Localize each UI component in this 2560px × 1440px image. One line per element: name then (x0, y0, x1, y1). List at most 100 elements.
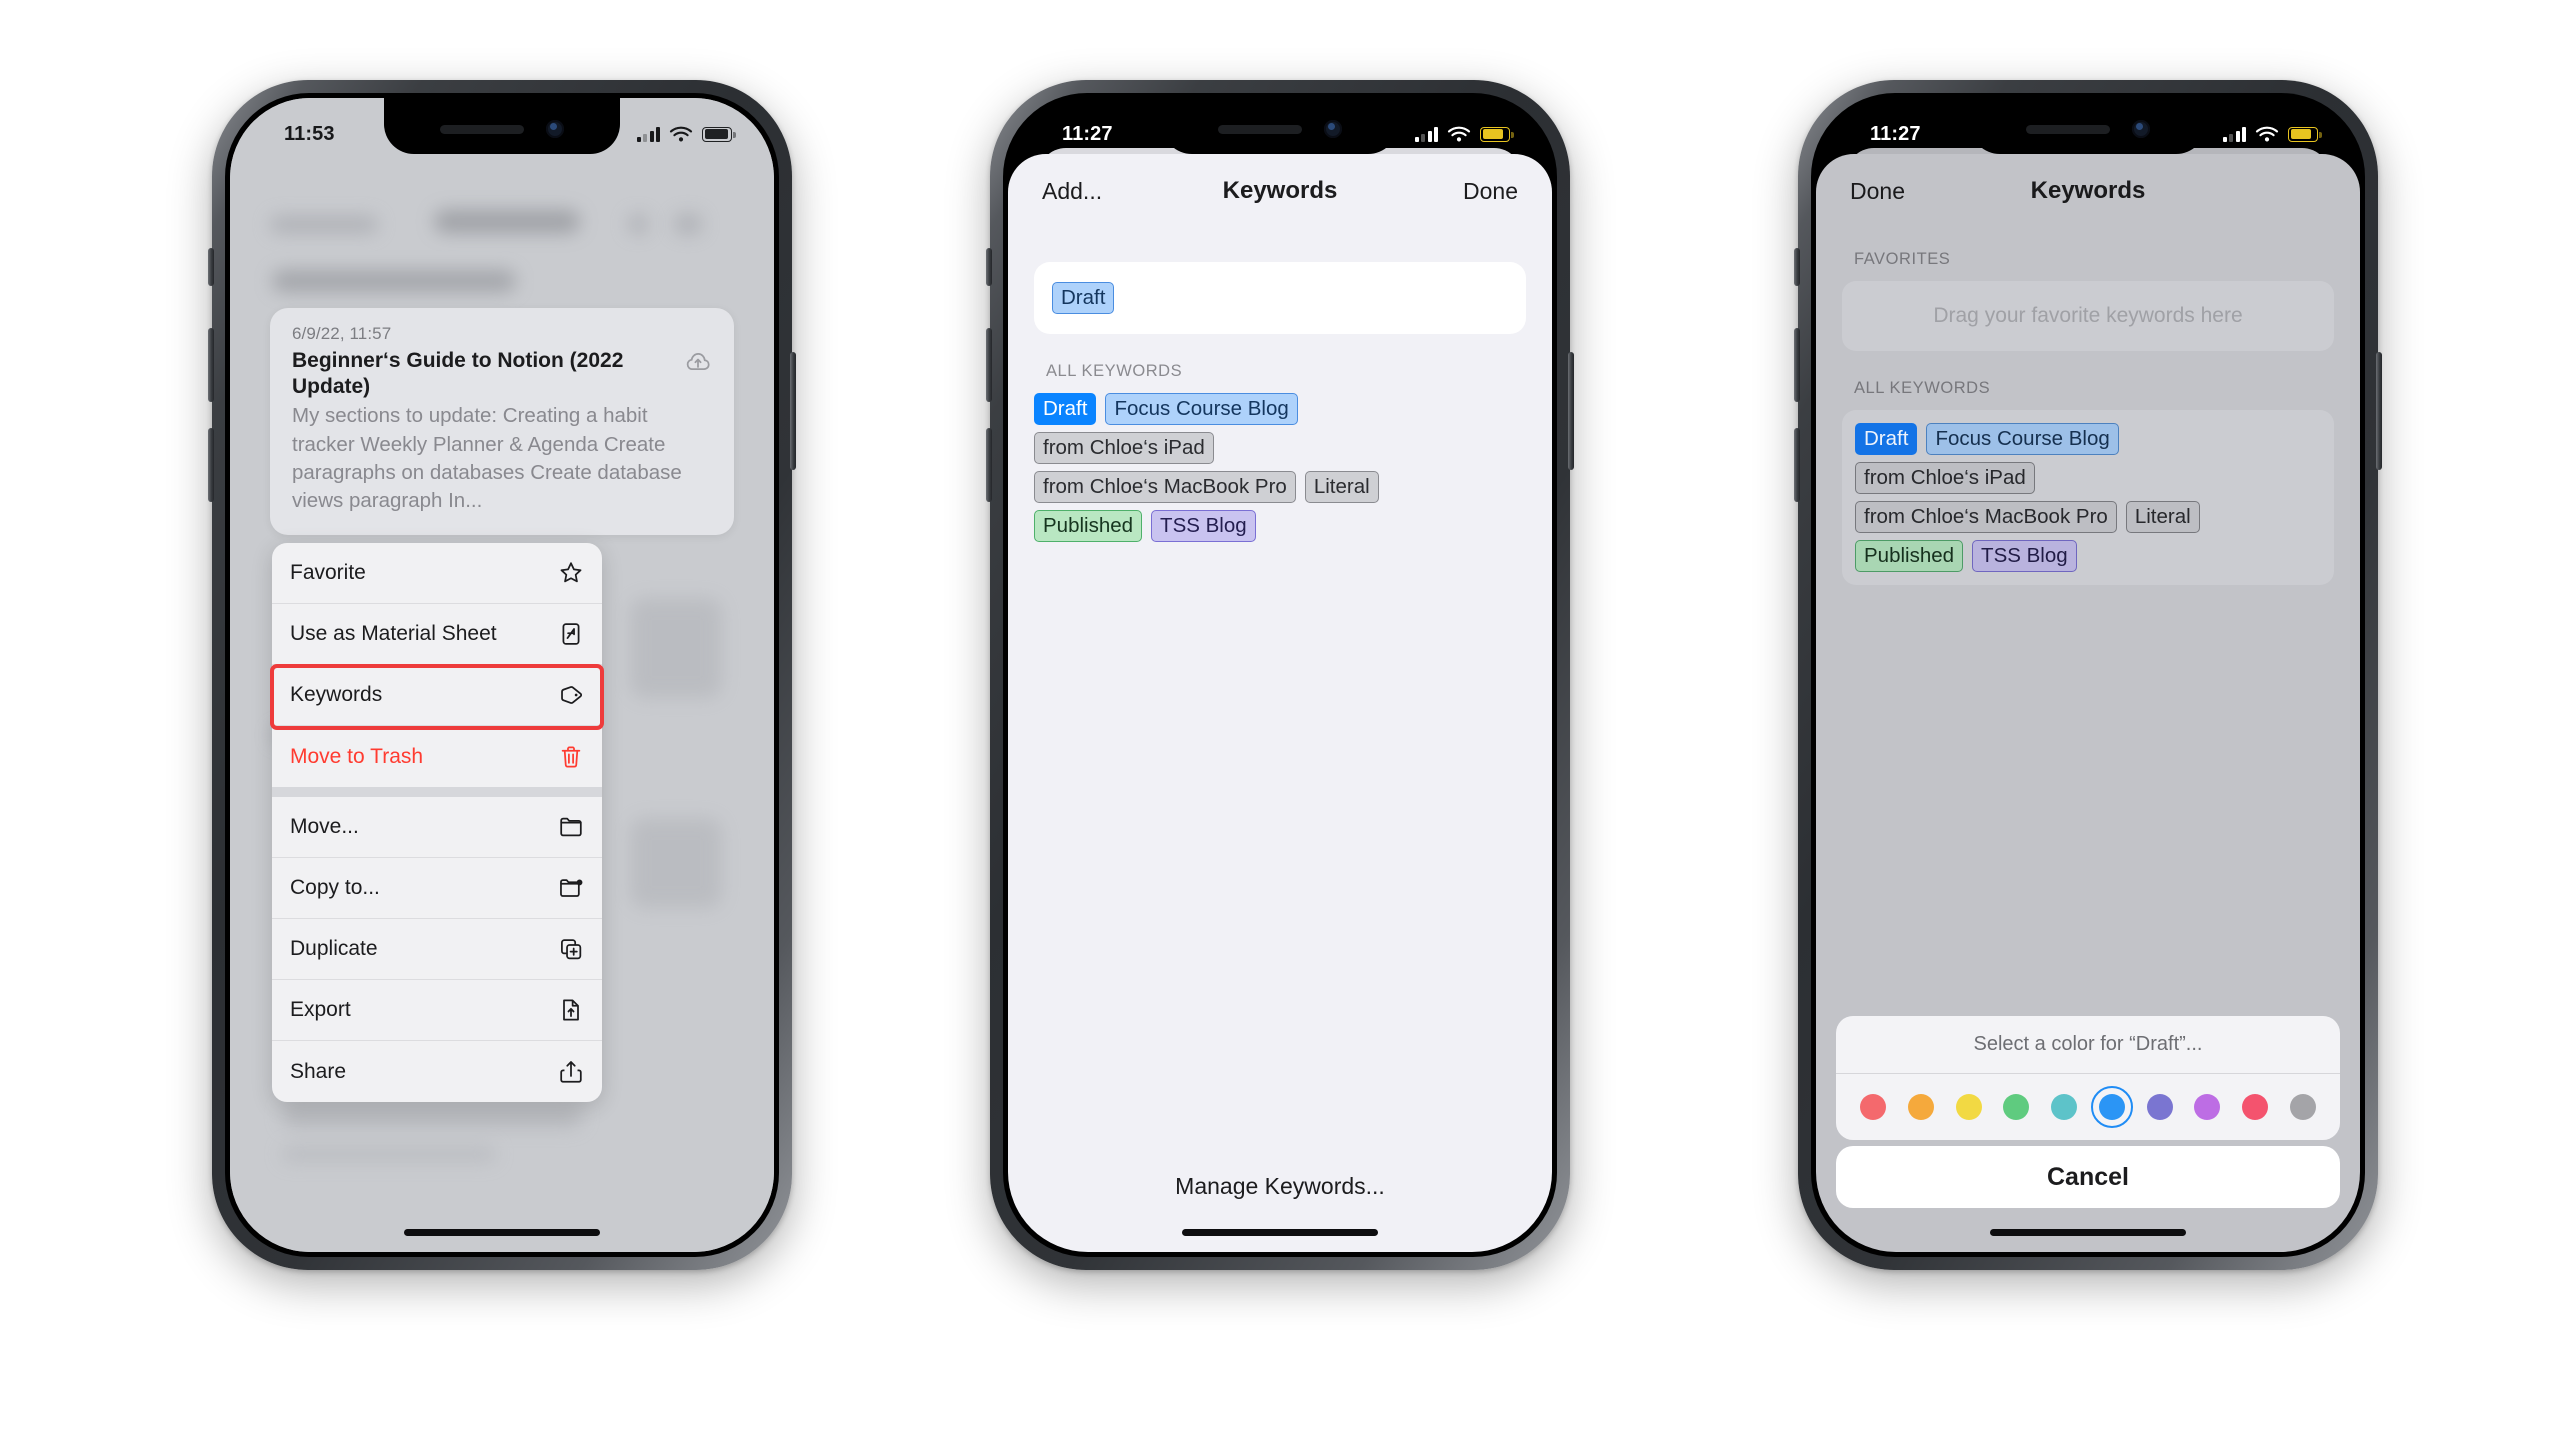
color-swatch-red[interactable] (1860, 1094, 1886, 1120)
keyword-tag-published[interactable]: Published (1034, 510, 1143, 542)
phone-screen-1: 6/9/22, 11:57 Beginner‘s Guide to Notion… (230, 98, 774, 1252)
keyword-tag-published[interactable]: Published (1855, 540, 1964, 572)
battery-low-power-icon (1480, 126, 1514, 142)
context-menu-item-favorite[interactable]: Favorite (272, 543, 602, 604)
volume-up-button[interactable] (1794, 328, 1800, 402)
done-button[interactable]: Done (1850, 178, 1905, 205)
all-keywords-label: ALL KEYWORDS (1046, 362, 1183, 380)
keyword-tag-literal[interactable]: Literal (2125, 501, 2200, 533)
share-icon (560, 1060, 582, 1083)
phone-mockup-1: 6/9/22, 11:57 Beginner‘s Guide to Notion… (208, 80, 796, 1270)
phone-mockup-3: Done Keywords FAVORITES Drag your favori… (1794, 80, 2382, 1270)
keyword-row: from Chloe‘s MacBook Pro Literal (1034, 471, 1526, 503)
action-sheet-title: Select a color for “Draft”... (1836, 1016, 2340, 1074)
context-menu-label: Export (290, 998, 351, 1021)
volume-down-button[interactable] (1794, 428, 1800, 502)
status-time: 11:27 (1870, 122, 1921, 145)
color-swatch-green[interactable] (2003, 1094, 2030, 1120)
phone-bezel-3: Done Keywords FAVORITES Drag your favori… (1811, 93, 2365, 1257)
action-sheet-card: Select a color for “Draft”... (1836, 1016, 2340, 1140)
earpiece-speaker (440, 124, 524, 134)
color-swatch-blue-selected[interactable] (2090, 1086, 2133, 1128)
context-menu-label: Duplicate (290, 937, 378, 960)
wifi-icon (2255, 126, 2279, 141)
keyword-tag-tss-blog[interactable]: TSS Blog (1151, 510, 1256, 542)
add-keyword-button[interactable]: Add... (1042, 178, 1102, 205)
keyword-tag-from-chloes-ipad[interactable]: from Chloe‘s iPad (1034, 432, 1214, 464)
front-camera-icon (546, 120, 564, 138)
color-swatch-purple[interactable] (2194, 1094, 2221, 1120)
home-indicator[interactable] (1182, 1229, 1378, 1236)
keyword-tag-from-chloes-ipad[interactable]: from Chloe‘s iPad (1855, 462, 2035, 494)
note-title-row: Beginner‘s Guide to Notion (2022 Update) (292, 348, 712, 399)
cellular-signal-icon (636, 126, 660, 142)
volume-down-button[interactable] (986, 428, 992, 502)
material-sheet-icon (562, 623, 580, 645)
power-button[interactable] (790, 352, 796, 470)
power-button[interactable] (1568, 352, 1574, 470)
volume-down-button[interactable] (208, 428, 214, 502)
color-swatch-orange[interactable] (1907, 1094, 1934, 1120)
keyword-tag-draft[interactable]: Draft (1034, 393, 1097, 425)
home-indicator[interactable] (404, 1229, 600, 1236)
front-camera-icon (2132, 120, 2150, 138)
context-menu-item-export[interactable]: Export (272, 980, 602, 1041)
color-swatch-teal[interactable] (2051, 1094, 2078, 1120)
keyword-tag-focus-course-blog[interactable]: Focus Course Blog (1105, 393, 1298, 425)
sheet-nav-2: Add... Keywords Done (1008, 154, 1552, 228)
folder-icon (560, 817, 582, 837)
status-time: 11:27 (1062, 122, 1113, 145)
folder-plus-icon (560, 879, 583, 897)
context-menu-label: Share (290, 1059, 347, 1083)
context-menu-item-use-as-material-sheet[interactable]: Use as Material Sheet (272, 604, 602, 665)
battery-low-power-icon (2288, 126, 2322, 142)
keyword-tag-draft[interactable]: Draft (1855, 423, 1918, 455)
color-swatch-yellow[interactable] (1955, 1094, 1982, 1120)
keyword-tag-focus-course-blog[interactable]: Focus Course Blog (1926, 423, 2119, 455)
volume-up-button[interactable] (208, 328, 214, 402)
all-keywords-label: ALL KEYWORDS (1854, 379, 1991, 397)
assigned-keyword-tag[interactable]: Draft (1052, 282, 1115, 314)
mute-switch[interactable] (208, 248, 214, 286)
context-menu-divider (272, 787, 602, 797)
context-menu-label: Keywords (290, 683, 383, 706)
note-title: Beginner‘s Guide to Notion (2022 Update) (292, 349, 624, 398)
keyword-row: from Chloe‘s iPad (1034, 432, 1526, 464)
assigned-keywords-field[interactable]: Draft (1034, 262, 1526, 334)
power-button[interactable] (2376, 352, 2382, 470)
color-swatch-pink[interactable] (2242, 1094, 2269, 1120)
phone-mockup-2: Add... Keywords Done Draft ALL KEYWORDS … (986, 80, 1574, 1270)
battery-icon (702, 126, 736, 142)
all-keywords-list-2: Draft Focus Course Blog from Chloe‘s iPa… (1034, 393, 1526, 542)
context-menu-item-share[interactable]: Share (272, 1041, 602, 1102)
duplicate-icon (561, 939, 582, 960)
done-button[interactable]: Done (1463, 178, 1518, 205)
keyword-tag-tss-blog[interactable]: TSS Blog (1972, 540, 2077, 572)
export-icon (563, 999, 579, 1021)
context-menu-item-duplicate[interactable]: Duplicate (272, 919, 602, 980)
volume-up-button[interactable] (986, 328, 992, 402)
context-menu-label: Favorite (290, 561, 366, 584)
note-preview-card[interactable]: 6/9/22, 11:57 Beginner‘s Guide to Notion… (270, 308, 734, 536)
home-indicator[interactable] (1990, 1229, 2186, 1236)
notch (1970, 98, 2206, 154)
status-indicators (2222, 126, 2322, 143)
manage-keywords-button[interactable]: Manage Keywords... (1008, 1173, 1552, 1200)
status-indicators (636, 126, 736, 143)
cancel-button[interactable]: Cancel (1836, 1146, 2340, 1208)
keyword-tag-from-chloes-macbook-pro[interactable]: from Chloe‘s MacBook Pro (1034, 471, 1296, 503)
color-swatch-indigo[interactable] (2146, 1094, 2173, 1120)
status-indicators (1414, 126, 1514, 143)
mute-switch[interactable] (986, 248, 992, 286)
context-menu-label: Copy to... (290, 876, 380, 899)
context-menu-item-move-to-trash[interactable]: Move to Trash (272, 726, 602, 787)
context-menu-item-copy-to[interactable]: Copy to... (272, 858, 602, 919)
color-swatch-gray[interactable] (2289, 1094, 2316, 1120)
favorites-dropzone[interactable]: Drag your favorite keywords here (1842, 281, 2334, 351)
mute-switch[interactable] (1794, 248, 1800, 286)
context-menu-item-keywords[interactable]: Keywords (272, 665, 602, 726)
keyword-tag-from-chloes-macbook-pro[interactable]: from Chloe‘s MacBook Pro (1855, 501, 2117, 533)
context-menu-item-move[interactable]: Move... (272, 797, 602, 858)
keyword-tag-literal[interactable]: Literal (1304, 471, 1379, 503)
wifi-icon (1447, 126, 1471, 141)
